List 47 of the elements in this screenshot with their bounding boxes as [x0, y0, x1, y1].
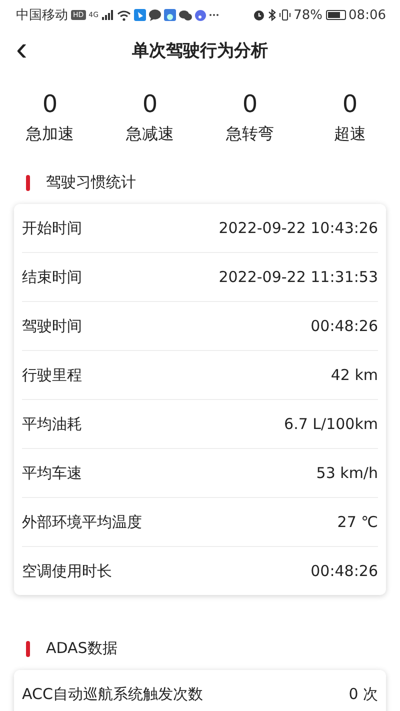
stat-value: 0 [242, 90, 258, 118]
row-value: 27 ℃ [337, 513, 378, 531]
vibrate-icon [278, 9, 291, 21]
bluetooth-icon [268, 9, 276, 21]
signal-icon [102, 10, 114, 20]
stat-value: 0 [42, 90, 58, 118]
section-title: 驾驶习惯统计 [46, 173, 136, 192]
wifi-icon [116, 10, 131, 20]
stat-value: 0 [342, 90, 358, 118]
message-icon [148, 9, 161, 21]
stat-label: 急加速 [26, 124, 74, 145]
row-label: 平均油耗 [22, 414, 82, 434]
row-value: 53 km/h [316, 464, 378, 482]
music-icon [194, 10, 206, 20]
stat-label: 急减速 [126, 124, 174, 145]
carrier-name: 中国移动 [16, 7, 68, 24]
row-value: 2022-09-22 10:43:26 [218, 219, 378, 237]
row-label: 空调使用时长 [22, 562, 112, 580]
stat-label: 超速 [334, 124, 366, 145]
row-label: 行驶里程 [22, 366, 82, 384]
app-icon [164, 9, 176, 21]
back-button[interactable]: ‹ [12, 32, 32, 66]
row-value: 00:48:26 [310, 562, 378, 580]
section-marker [26, 640, 30, 656]
row-value: 2022-09-22 11:31:53 [218, 268, 378, 286]
row-value: 42 km [330, 366, 378, 384]
stat-value: 0 [142, 90, 158, 118]
chat-icon [178, 10, 192, 20]
page-title: 单次驾驶行为分析 [132, 40, 268, 62]
section-marker [26, 174, 30, 190]
battery-percent: 78% [294, 8, 323, 22]
row-value: 6.7 L/100km [284, 415, 378, 433]
row-value: 00:48:26 [310, 317, 378, 335]
app-icon [134, 9, 146, 21]
row-label: 结束时间 [22, 268, 82, 286]
more-icon [208, 13, 219, 17]
alarm-icon [252, 9, 265, 21]
row-label: 开始时间 [22, 218, 82, 238]
stat-label: 急转弯 [226, 124, 274, 145]
row-value: 0 次 [348, 684, 378, 704]
row-label: ACC自动巡航系统触发次数 [22, 684, 203, 704]
row-label: 平均车速 [22, 464, 82, 482]
row-label: 外部环境平均温度 [22, 512, 142, 532]
section-title: ADAS数据 [46, 639, 118, 658]
clock: 08:06 [348, 8, 386, 22]
row-label: 驾驶时间 [22, 316, 82, 336]
battery-icon [326, 10, 346, 20]
